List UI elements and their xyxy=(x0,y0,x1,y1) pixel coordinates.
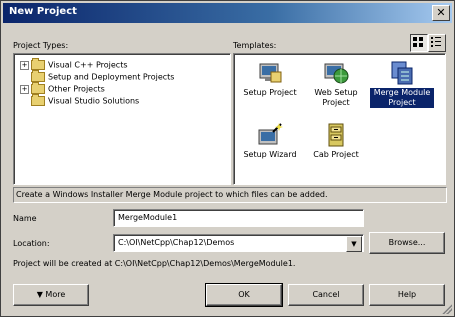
ok-button[interactable]: OK xyxy=(205,283,283,307)
cab-project-icon xyxy=(323,122,349,148)
templates-label: Templates: xyxy=(233,41,277,50)
project-type-label: Visual C++ Projects xyxy=(48,60,128,70)
location-dropdown-button[interactable]: ▼ xyxy=(346,236,362,252)
template-item[interactable]: Web Setup Project xyxy=(304,60,368,108)
project-type-label: Visual Studio Solutions xyxy=(48,96,140,106)
resize-grip[interactable] xyxy=(442,304,452,314)
setup-wizard-icon xyxy=(257,122,283,148)
project-types-tree[interactable]: + Visual C++ Projects Setup and Deployment… xyxy=(13,53,231,185)
large-icons-view-button[interactable] xyxy=(410,34,428,52)
template-item[interactable]: Setup Project xyxy=(238,60,302,98)
folder-icon xyxy=(31,58,45,70)
web-setup-project-icon xyxy=(323,60,349,86)
template-item[interactable]: Merge Module Project xyxy=(370,60,434,108)
template-item[interactable]: Cab Project xyxy=(304,122,368,160)
browse-button[interactable]: Browse... xyxy=(369,232,445,254)
template-caption: Cab Project xyxy=(304,150,368,160)
template-caption: Setup Wizard xyxy=(238,150,302,160)
more-button[interactable]: ▼ More xyxy=(13,284,89,306)
template-caption-line1: Merge Module xyxy=(373,88,431,97)
merge-module-icon xyxy=(389,60,415,86)
template-description: Create a Windows Installer Merge Module … xyxy=(13,187,447,203)
help-button[interactable]: Help xyxy=(369,284,445,306)
setup-project-icon xyxy=(257,60,283,86)
close-icon: ✕ xyxy=(436,6,446,19)
template-caption: Setup Project xyxy=(238,88,302,98)
location-value: C:\OI\NetCpp\Chap12\Demos xyxy=(118,238,235,247)
dialog-title: New Project xyxy=(9,6,77,17)
expand-more-icon: ▼ xyxy=(36,290,43,299)
expand-icon[interactable]: + xyxy=(20,60,29,70)
title-bar[interactable]: New Project ✕ xyxy=(3,3,452,23)
location-label: Location: xyxy=(13,239,50,248)
template-caption-line2: Project xyxy=(388,98,416,107)
template-caption-line1: Web Setup xyxy=(314,88,358,97)
name-label: Name xyxy=(13,214,37,223)
template-caption: Web Setup Project xyxy=(304,88,368,108)
more-label: More xyxy=(45,290,66,299)
cancel-button[interactable]: Cancel xyxy=(288,284,364,306)
folder-icon xyxy=(31,94,45,106)
project-type-label: Setup and Deployment Projects xyxy=(48,72,175,82)
template-caption-line1: Setup Project xyxy=(243,88,297,97)
folder-icon xyxy=(31,70,45,82)
small-icons-view-button[interactable] xyxy=(428,34,446,52)
project-type-item[interactable]: Visual Studio Solutions xyxy=(20,94,140,108)
project-types-label: Project Types: xyxy=(13,41,69,50)
project-type-item[interactable]: Setup and Deployment Projects xyxy=(20,70,175,84)
template-caption-line1: Cab Project xyxy=(313,150,359,159)
template-item[interactable]: Setup Wizard xyxy=(238,122,302,160)
templates-list[interactable]: Setup Project Web Setup Project Merge Modul… xyxy=(233,53,446,185)
template-caption-line1: Setup Wizard xyxy=(243,150,297,159)
new-project-dialog: New Project ✕ Project Types: Templates: … xyxy=(0,0,455,317)
list-view-icon xyxy=(431,37,441,47)
location-combobox[interactable]: C:\OI\NetCpp\Chap12\Demos ▼ xyxy=(113,234,364,252)
template-caption: Merge Module Project xyxy=(370,88,434,108)
close-button[interactable]: ✕ xyxy=(432,5,450,21)
template-caption-line2: Project xyxy=(322,98,350,107)
project-type-label: Other Projects xyxy=(48,84,105,94)
project-path-note: Project will be created at C:\OI\NetCpp\… xyxy=(13,259,296,268)
expand-icon[interactable]: + xyxy=(20,84,29,94)
folder-icon xyxy=(31,82,45,94)
chevron-down-icon: ▼ xyxy=(351,240,357,248)
large-icons-icon xyxy=(413,37,423,47)
name-input[interactable]: MergeModule1 xyxy=(113,209,364,227)
